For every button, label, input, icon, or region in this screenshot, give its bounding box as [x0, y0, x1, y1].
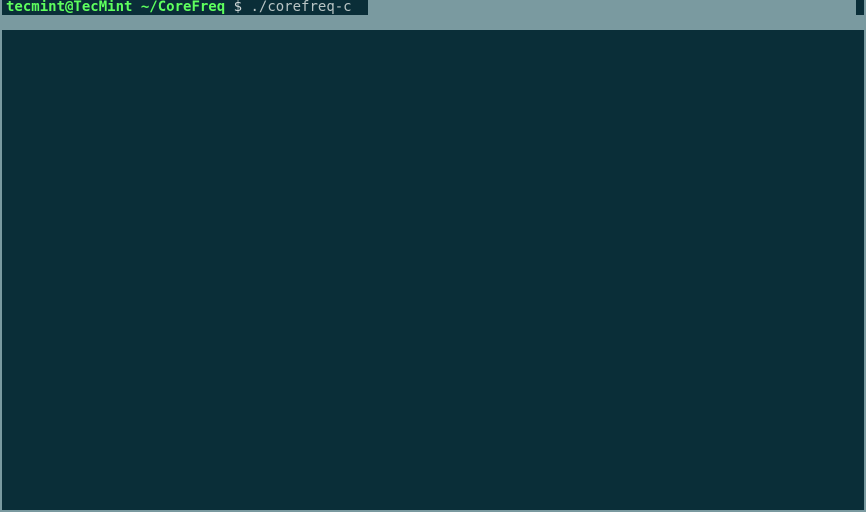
tab-completion-suffix: li [352, 0, 369, 15]
path-separator [132, 0, 140, 15]
prompt-symbol: $ [225, 0, 250, 15]
current-path: ~/CoreFreq [141, 0, 225, 15]
user-host: tecmint@TecMint [6, 0, 132, 15]
prompt-line[interactable]: tecmint@TecMint ~/CoreFreq $ ./corefreq-… [2, 0, 864, 15]
highlighted-blank-line [2, 15, 864, 30]
typed-command: ./corefreq-c [250, 0, 351, 15]
